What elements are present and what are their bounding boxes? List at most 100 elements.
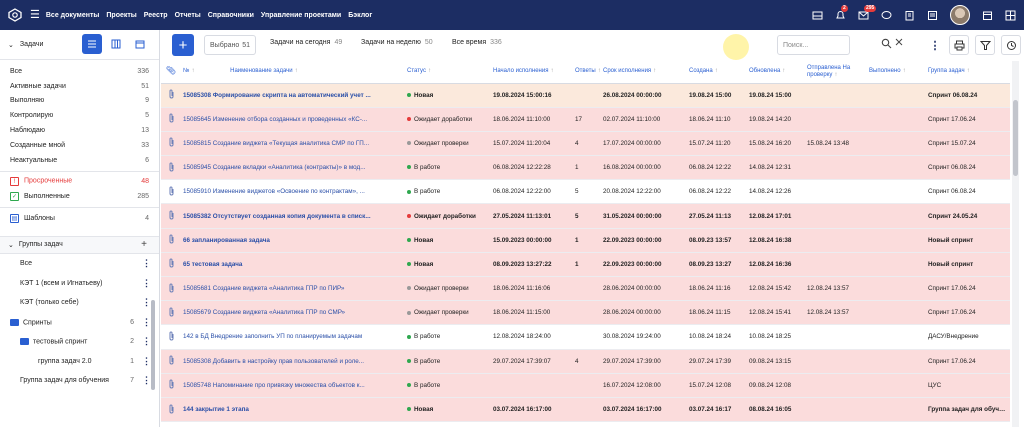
table-scrollbar[interactable] <box>1013 100 1018 176</box>
more-options-button[interactable]: ⋮ <box>925 35 945 55</box>
nav-backlog[interactable]: Бэклог <box>348 12 372 19</box>
nav-project-management[interactable]: Управление проектами <box>261 12 341 19</box>
more-icon[interactable]: ⋮ <box>142 278 151 288</box>
table-row[interactable]: 15085308 Формирование скрипта на автомат… <box>161 83 1010 108</box>
cell-name[interactable]: 15085679 Создание виджета «Аналитика ГПР… <box>181 300 405 326</box>
cell-name[interactable]: 15085815 Создание виджета «Текущая анали… <box>181 131 405 157</box>
paperclip-icon[interactable] <box>161 107 181 132</box>
table-row[interactable]: 66 запланированная задача Новая 15.09.2023… <box>161 228 1010 253</box>
paperclip-icon[interactable] <box>161 397 181 423</box>
attachment-column-header[interactable]: 📎︎ <box>161 61 181 84</box>
group-item[interactable]: КЭТ 1 (всем и Игнатьеву) ⋮ <box>0 273 159 293</box>
chevron-down-icon[interactable]: ⌄ <box>8 41 14 49</box>
group-item[interactable]: Группа задач для обучения 7 ⋮ <box>0 371 159 391</box>
cell-name[interactable]: 15085645 Изменение отбора созданных и пр… <box>181 107 405 132</box>
filter-today[interactable]: Задачи на сегодня 49 <box>270 39 342 46</box>
board-view-button[interactable] <box>106 34 126 54</box>
add-task-button[interactable]: + <box>172 34 194 56</box>
group-item[interactable]: КЭТ (только себе) ⋮ <box>0 293 159 313</box>
selected-counter[interactable]: Выбрано 51 <box>204 35 257 55</box>
nav-registry[interactable]: Реестр <box>144 12 168 19</box>
filter-created-by-me[interactable]: Созданные мной 33 <box>0 138 159 153</box>
more-icon[interactable]: ⋮ <box>142 356 151 366</box>
group-item[interactable]: Спринты 6 ⋮ <box>0 312 159 332</box>
clipboard-icon[interactable] <box>904 10 915 21</box>
close-icon[interactable] <box>894 37 904 47</box>
menu-icon[interactable]: ☰ <box>30 9 40 21</box>
column-header[interactable]: Начало исполнения ↑ <box>491 61 573 84</box>
table-row[interactable]: 15085945 Создание вкладки «Аналитика (ко… <box>161 155 1010 181</box>
cell-name[interactable]: 15085308 Добавить в настройку прав польз… <box>181 349 405 374</box>
filter-week[interactable]: Задачи на неделю 50 <box>361 39 433 46</box>
table-row[interactable]: 144 закрытие 1 этапа Новая 03.07.2024 16:1… <box>161 397 1010 423</box>
app-logo-icon[interactable] <box>8 8 22 22</box>
filter-templates[interactable]: ▤ Шаблоны 4 <box>0 211 159 226</box>
filter-overdue[interactable]: ! Просроченные 48 <box>0 175 159 190</box>
paperclip-icon[interactable] <box>161 324 181 350</box>
table-row[interactable]: 15085308 Добавить в настройку прав польз… <box>161 349 1010 374</box>
calendar-view-button[interactable] <box>130 34 150 54</box>
calendar-icon[interactable] <box>982 10 993 21</box>
print-button[interactable] <box>949 35 969 55</box>
search-icon[interactable] <box>881 38 892 49</box>
group-item[interactable]: группа задач 2.0 1 ⋮ <box>0 351 159 371</box>
inbox-icon[interactable] <box>812 10 823 21</box>
cell-name[interactable]: 15085382 Отсутствует созданная копия док… <box>181 203 405 229</box>
filter-watching[interactable]: Наблюдаю 13 <box>0 123 159 138</box>
more-icon[interactable]: ⋮ <box>142 317 151 327</box>
more-icon[interactable]: ⋮ <box>142 298 151 307</box>
cell-name[interactable]: 66 запланированная задача <box>181 228 405 253</box>
user-avatar[interactable] <box>950 5 970 25</box>
apps-grid-icon[interactable] <box>1005 10 1016 21</box>
nav-projects[interactable]: Проекты <box>106 12 136 19</box>
table-row[interactable]: 15085748 Напоминание про привязку множес… <box>161 373 1010 398</box>
more-icon[interactable]: ⋮ <box>142 376 151 385</box>
chevron-down-icon[interactable]: ⌄ <box>8 241 14 249</box>
nav-reports[interactable]: Отчеты <box>175 12 201 19</box>
paperclip-icon[interactable] <box>161 373 181 398</box>
column-header[interactable]: Выполнено ↑ <box>867 61 926 84</box>
table-row[interactable]: 142 в БД Внедрение заполнить УП по плани… <box>161 324 1010 350</box>
cell-name[interactable]: 15085910 Изменение виджетов «Освоение по… <box>181 179 405 205</box>
task-groups-header[interactable]: ⌄ Группы задач + <box>0 235 159 254</box>
cell-name[interactable]: 15085748 Напоминание про привязку множес… <box>181 373 405 398</box>
paperclip-icon[interactable] <box>161 252 181 278</box>
group-item[interactable]: Все ⋮ <box>0 254 159 274</box>
nav-directories[interactable]: Справочники <box>208 12 254 19</box>
table-row[interactable]: 15085679 Создание виджета «Аналитика ГПР… <box>161 300 1010 326</box>
column-header[interactable]: Отправлена На проверку ↑ <box>805 61 867 84</box>
table-row[interactable]: 15085645 Изменение отбора созданных и пр… <box>161 107 1010 132</box>
column-header[interactable]: Группа задач ↑ <box>926 61 1010 84</box>
bell-icon[interactable]: 2 <box>835 4 848 21</box>
nav-all-documents[interactable]: Все документы <box>46 12 100 19</box>
table-row[interactable]: 65 тестовая задача Новая 08.09.2023 13:27:… <box>161 252 1010 278</box>
cell-name[interactable]: 144 закрытие 1 этапа <box>181 397 405 423</box>
more-icon[interactable]: ⋮ <box>142 259 151 268</box>
column-header[interactable]: Обновлена ↑ <box>747 61 805 84</box>
paperclip-icon[interactable] <box>161 83 181 108</box>
filter-completed[interactable]: ✓ Выполненные 285 <box>0 189 159 204</box>
paperclip-icon[interactable] <box>161 155 181 181</box>
filter-controlling[interactable]: Контролирую 5 <box>0 108 159 123</box>
paperclip-icon[interactable] <box>161 276 181 302</box>
document-icon[interactable] <box>927 10 938 21</box>
search-input[interactable] <box>777 35 850 55</box>
cell-name[interactable]: 65 тестовая задача <box>181 252 405 278</box>
filter-irrelevant[interactable]: Неактуальные 6 <box>0 153 159 168</box>
paperclip-icon[interactable] <box>161 300 181 326</box>
column-header[interactable]: Создана ↑ <box>687 61 747 84</box>
table-row[interactable]: 15085815 Создание виджета «Текущая анали… <box>161 131 1010 157</box>
filter-active[interactable]: Активные задачи 51 <box>0 79 159 94</box>
history-button[interactable] <box>1001 35 1021 55</box>
chat-icon[interactable] <box>881 10 892 21</box>
paperclip-icon[interactable] <box>161 179 181 205</box>
add-group-icon[interactable]: + <box>141 239 147 250</box>
column-header[interactable]: № ↑ Наименование задачи ↑ <box>181 61 405 84</box>
mail-icon[interactable]: 295 <box>858 4 877 21</box>
sidebar-scrollbar[interactable] <box>151 300 155 390</box>
group-item[interactable]: тестовый спринт 2 ⋮ <box>0 332 159 352</box>
filter-all[interactable]: Все 336 <box>0 64 159 79</box>
table-row[interactable]: 15085382 Отсутствует созданная копия док… <box>161 203 1010 229</box>
more-icon[interactable]: ⋮ <box>142 337 151 346</box>
paperclip-icon[interactable] <box>161 349 181 374</box>
